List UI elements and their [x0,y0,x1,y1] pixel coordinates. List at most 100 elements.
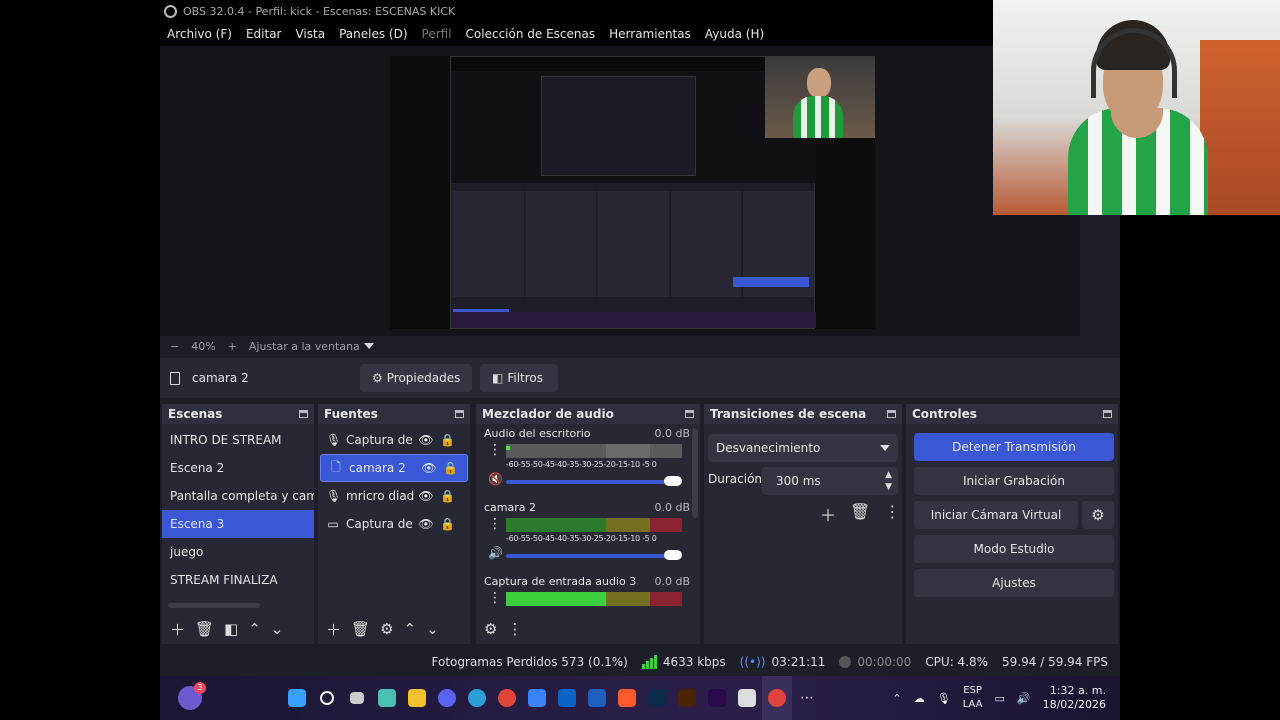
scenes-scrollbar[interactable] [168,603,260,608]
clock[interactable]: 1:32 a. m. 18/02/2026 [1043,684,1106,712]
edge-icon[interactable] [462,676,492,720]
menu-perfil[interactable]: Perfil [422,27,452,41]
menu-editar[interactable]: Editar [246,27,282,41]
popout-icon[interactable] [685,410,694,418]
microphone-icon[interactable]: 🎙 [937,692,951,705]
add-icon[interactable]: ＋ [170,619,185,640]
eye-icon[interactable]: 👁 [418,489,434,503]
menu-paneles[interactable]: Paneles (D) [339,27,407,41]
volume-slider[interactable] [506,480,676,484]
spinner-icon[interactable]: ▲ ▼ [885,469,892,493]
trash-icon[interactable]: 🗑 [351,620,370,638]
more-vertical-icon[interactable]: ⋮ [884,502,900,526]
chrome-icon[interactable] [492,676,522,720]
outlook-icon[interactable] [552,676,582,720]
premiere-icon[interactable] [702,676,732,720]
popout-icon[interactable] [455,410,464,418]
volume-slider-knob[interactable] [664,550,682,560]
file-explorer-icon[interactable] [402,676,432,720]
muted-speaker-icon[interactable]: 🔇 [488,472,503,486]
eye-icon[interactable]: 👁 [418,433,434,447]
more-vertical-icon[interactable]: ⋮ [488,517,502,531]
trash-icon[interactable]: 🗑 [850,502,870,526]
network-icon[interactable]: ▭ [994,692,1004,705]
lock-icon[interactable]: 🔒 [440,489,455,503]
add-icon[interactable]: ＋ [326,619,341,640]
stop-stream-button[interactable]: Detener Transmisión [914,433,1114,461]
virtual-camera-settings-icon[interactable]: ⚙ [1082,501,1114,529]
volume-slider-knob[interactable] [664,476,682,486]
popout-icon[interactable] [1103,410,1112,418]
fit-to-window-label[interactable]: Ajustar a la ventana [249,340,360,353]
start-virtual-camera-button[interactable]: Iniciar Cámara Virtual [914,501,1078,529]
menu-archivo[interactable]: Archivo (F) [167,27,232,41]
illustrator-icon[interactable] [672,676,702,720]
filters-button[interactable]: ◧ Filtros [480,364,558,392]
chevron-up-icon[interactable]: ⌃ [893,692,902,705]
scene-item[interactable]: Escena 2 [162,454,314,482]
preview-canvas[interactable] [390,56,875,329]
brave-icon[interactable] [612,676,642,720]
duration-field[interactable]: 300 ms ▲ ▼ [762,467,898,495]
move-up-icon[interactable]: ⌃ [404,620,417,638]
copilot-icon[interactable] [372,676,402,720]
store-icon[interactable] [522,676,552,720]
studio-mode-button[interactable]: Modo Estudio [914,535,1114,563]
settings-button[interactable]: Ajustes [914,569,1114,597]
popout-icon[interactable] [299,410,308,418]
discord-icon[interactable] [432,676,462,720]
trash-icon[interactable]: 🗑 [195,620,214,638]
more-vertical-icon[interactable]: ⋮ [507,620,522,638]
task-view-icon[interactable] [342,676,372,720]
move-down-icon[interactable]: ⌄ [426,620,439,638]
mixer-scrollbar[interactable] [692,428,698,518]
source-item[interactable]: 🎙 mricro diade 👁 🔒 [318,482,470,510]
more-apps-icon[interactable]: ⋯ [792,676,822,720]
add-icon[interactable]: ＋ [820,502,836,526]
volume-icon[interactable]: 🔊 [1017,692,1031,705]
more-vertical-icon[interactable]: ⋮ [488,443,502,457]
source-item[interactable]: 🎙 Captura de e 👁 🔒 [318,426,470,454]
filter-icon[interactable]: ◧ [224,620,238,638]
menu-coleccion-escenas[interactable]: Colección de Escenas [466,27,596,41]
chrome-active-icon[interactable] [762,676,792,720]
photoshop-icon[interactable] [642,676,672,720]
source-item[interactable]: ▭ Captura de p 👁 🔒 [318,510,470,538]
lock-icon[interactable]: 🔒 [440,433,455,447]
transition-select[interactable]: Desvanecimiento [708,434,898,462]
menu-vista[interactable]: Vista [295,27,325,41]
properties-button[interactable]: ⚙ Propiedades [360,364,472,392]
speaker-icon[interactable]: 🔊 [488,546,503,560]
lock-icon[interactable]: 🔒 [443,461,458,475]
scene-item-selected[interactable]: Escena 3 [162,510,314,538]
capcut-icon[interactable] [732,676,762,720]
menu-ayuda[interactable]: Ayuda (H) [705,27,764,41]
scene-item[interactable]: Pantalla completa y cama [162,482,314,510]
eye-icon[interactable]: 👁 [421,461,437,475]
search-icon[interactable] [312,676,342,720]
gear-icon: ⚙ [372,371,383,385]
gear-icon[interactable]: ⚙ [380,620,393,638]
zoom-out-button[interactable]: − [170,340,179,353]
menu-herramientas[interactable]: Herramientas [609,27,691,41]
scene-item[interactable]: juego [162,538,314,566]
move-up-icon[interactable]: ⌃ [248,620,261,638]
lock-icon[interactable]: 🔒 [440,517,455,531]
preview-area[interactable] [160,46,1100,336]
source-item-selected[interactable]: 🗋 camara 2 👁 🔒 [320,454,468,482]
advanced-audio-icon[interactable]: ⚙ [484,620,497,638]
eye-icon[interactable]: 👁 [418,517,434,531]
more-vertical-icon[interactable]: ⋮ [488,591,502,605]
popout-icon[interactable] [887,410,896,418]
start-recording-button[interactable]: Iniciar Grabación [914,467,1114,495]
start-icon[interactable] [282,676,312,720]
scene-item[interactable]: INTRO DE STREAM [162,426,314,454]
zoom-dropdown-icon[interactable] [363,343,374,349]
scene-item[interactable]: STREAM FINALIZA [162,566,314,594]
onedrive-icon[interactable]: ☁ [914,692,925,705]
zoom-in-button[interactable]: + [228,340,237,353]
move-down-icon[interactable]: ⌄ [271,620,284,638]
volume-slider[interactable] [506,554,676,558]
language-indicator[interactable]: ESP LAA [963,684,983,712]
word-icon[interactable] [582,676,612,720]
